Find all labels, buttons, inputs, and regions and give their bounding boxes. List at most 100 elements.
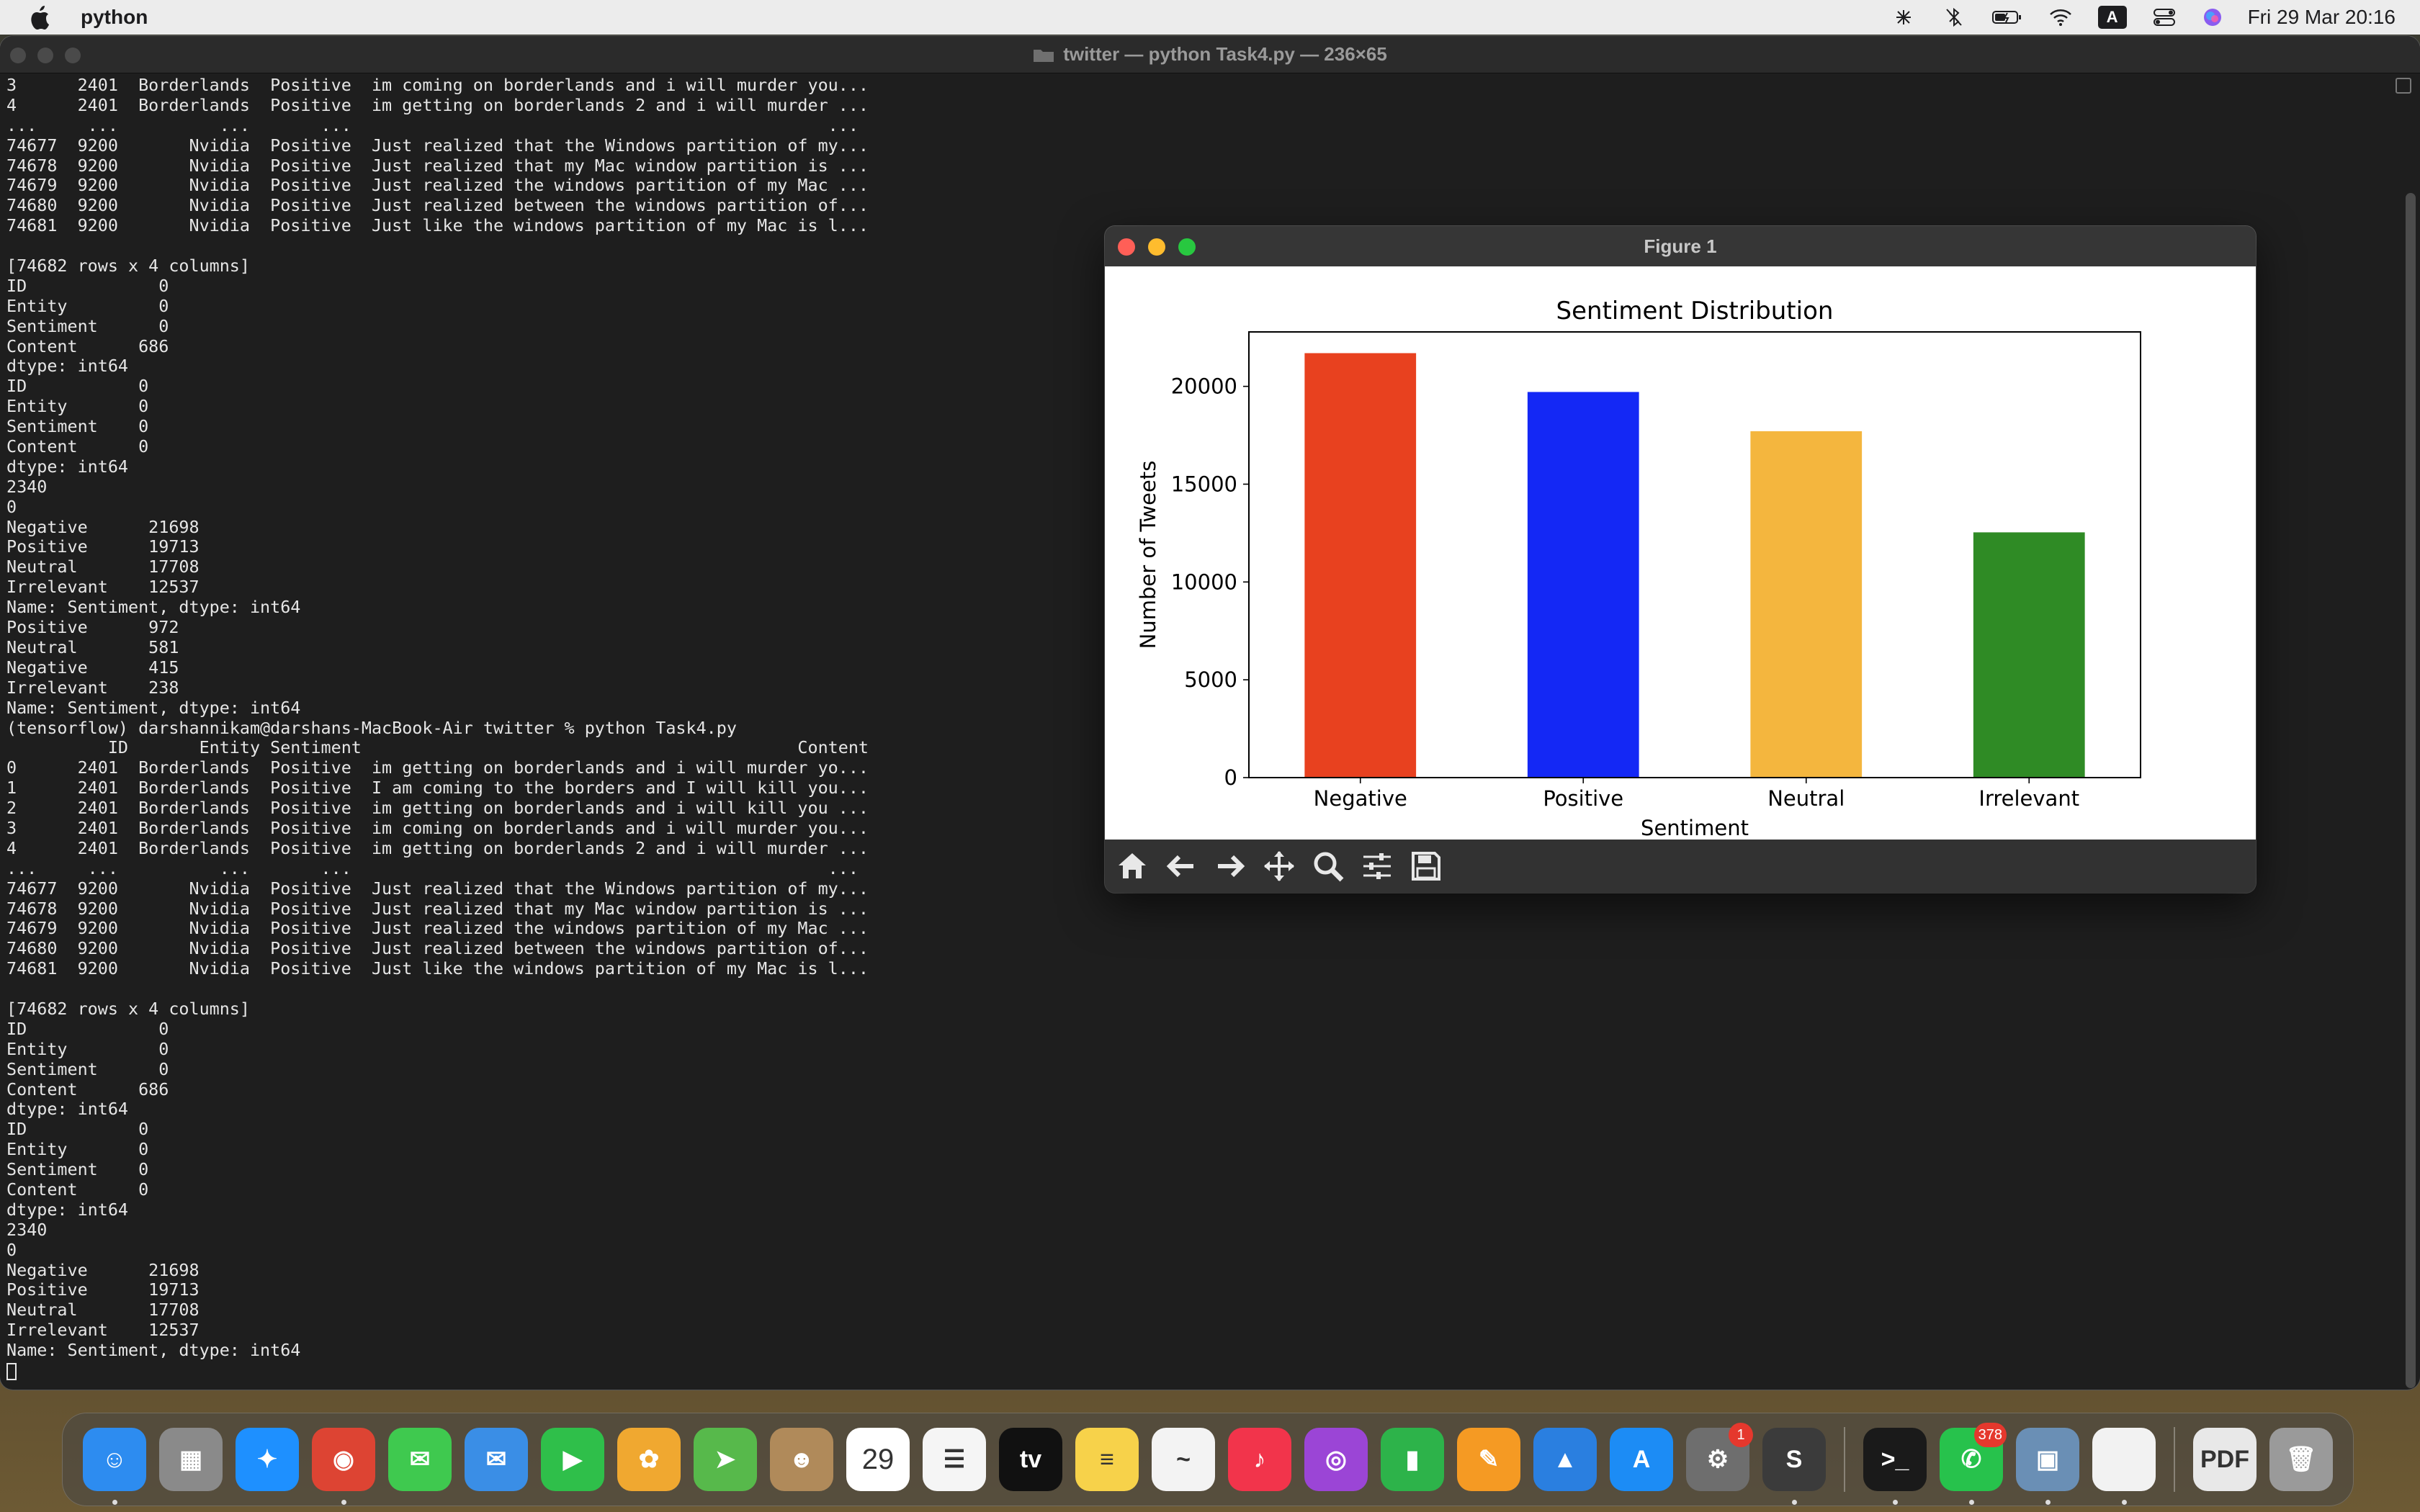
chart-title: Sentiment Distribution [1556, 297, 1834, 325]
dock-preview[interactable]: ▣ [2009, 1421, 2086, 1505]
terminal-line: 74679 9200 Nvidia Positive Just realized… [6, 919, 869, 939]
running-indicator [112, 1500, 117, 1505]
figure-titlebar[interactable]: Figure 1 [1105, 226, 2256, 266]
forward-arrow-icon [1218, 855, 1245, 878]
running-indicator [2045, 1500, 2051, 1505]
running-indicator [1792, 1500, 1797, 1505]
finder-icon: ☺ [83, 1428, 146, 1491]
dock-notes[interactable]: ≡ [1069, 1421, 1145, 1498]
dock-whatsapp[interactable]: ✆ 378 [1933, 1421, 2009, 1505]
minimize-window-button[interactable] [37, 48, 53, 63]
dock-pages[interactable]: ✎ [1451, 1421, 1527, 1498]
dock-sublime-text[interactable]: S [1756, 1421, 1832, 1505]
pan-button[interactable] [1255, 842, 1304, 891]
wifi-icon[interactable] [2048, 6, 2074, 28]
app-store-icon: A [1610, 1428, 1673, 1491]
dock-terminal[interactable]: >_ [1857, 1421, 1933, 1505]
input-source-badge[interactable]: A [2097, 6, 2127, 29]
dock-finder[interactable]: ☺ [76, 1421, 153, 1505]
dock-calendar[interactable]: 29 [840, 1421, 916, 1498]
dock-document[interactable] [2086, 1421, 2162, 1505]
x-tick-label: Positive [1543, 786, 1623, 811]
dock-facetime[interactable]: ▶ [534, 1421, 611, 1498]
dock-music[interactable]: ♪ [1222, 1421, 1298, 1498]
back-button[interactable] [1157, 842, 1206, 891]
close-window-button[interactable] [10, 48, 26, 63]
facetime-icon: ▶ [541, 1428, 604, 1491]
messages-icon: ✉ [388, 1428, 452, 1491]
terminal-line: 74681 9200 Nvidia Positive Just like the… [6, 959, 869, 979]
dock-messages[interactable]: ✉ [382, 1421, 458, 1498]
accessibility-icon[interactable] [1891, 6, 1917, 28]
terminal-titlebar[interactable]: twitter — python Task4.py — 236×65 [0, 36, 2420, 73]
y-tick-label: 20000 [1171, 374, 1237, 399]
dock-app-store[interactable]: A [1603, 1421, 1680, 1498]
dock-trash[interactable]: 🗑 [2263, 1421, 2339, 1498]
zoom-button[interactable] [1304, 842, 1353, 891]
notes-icon: ≡ [1075, 1428, 1139, 1491]
sublime-text-icon: S [1762, 1428, 1826, 1491]
dock-pdf-stack[interactable]: PDF [2187, 1421, 2263, 1498]
notification-badge: 1 [1729, 1423, 1753, 1447]
bluetooth-off-icon[interactable] [1941, 6, 1967, 28]
notification-badge: 378 [1973, 1423, 2007, 1447]
dock-chrome[interactable]: ◉ [305, 1421, 382, 1505]
home-button[interactable] [1108, 842, 1157, 891]
terminal-line: dtype: int64 [6, 1200, 128, 1220]
y-tick-label: 10000 [1171, 570, 1237, 594]
dock-freeform[interactable]: ~ [1145, 1421, 1222, 1498]
terminal-line: [74682 rows x 4 columns] [6, 999, 250, 1019]
menu-bar: python A Fri 29 Mar 20:16 [0, 0, 2420, 35]
terminal-line: Irrelevant 12537 [6, 1320, 200, 1341]
zoom-window-button[interactable] [65, 48, 81, 63]
dock-separator [1844, 1427, 1845, 1492]
photos-icon: ✿ [617, 1428, 681, 1491]
dock-keynote[interactable]: ▲ [1527, 1421, 1603, 1498]
dock-system-settings[interactable]: ⚙ 1 [1680, 1421, 1756, 1498]
dock-maps[interactable]: ➤ [687, 1421, 763, 1498]
forward-button[interactable] [1206, 842, 1255, 891]
terminal-cursor [6, 1362, 17, 1380]
figure-zoom-button[interactable] [1178, 238, 1196, 256]
plot-canvas[interactable]: Negative Positive Neutral Irrelevant 0 5000 10… [1105, 266, 2256, 840]
save-figure-button[interactable] [1402, 842, 1451, 891]
siri-icon[interactable] [2202, 6, 2223, 28]
chrome-icon: ◉ [312, 1428, 375, 1491]
dock-podcasts[interactable]: ◎ [1298, 1421, 1374, 1498]
active-app-name[interactable]: python [81, 6, 148, 29]
contacts-icon: ☻ [770, 1428, 833, 1491]
pages-icon: ✎ [1457, 1428, 1520, 1491]
maps-icon: ➤ [694, 1428, 757, 1491]
x-tick-label: Irrelevant [1978, 786, 2079, 811]
dock-numbers[interactable]: ▮ [1374, 1421, 1451, 1498]
dock-photos[interactable]: ✿ [611, 1421, 687, 1498]
terminal-title: twitter — python Task4.py — 236×65 [1063, 43, 1387, 65]
terminal-line: 74679 9200 Nvidia Positive Just realized… [6, 176, 869, 196]
dock-contacts[interactable]: ☻ [763, 1421, 840, 1498]
dock-mail[interactable]: ✉ [458, 1421, 534, 1498]
y-tick-label: 15000 [1171, 472, 1237, 496]
split-pane-icon[interactable] [2396, 78, 2411, 94]
terminal-line: Content 0 [6, 1179, 149, 1200]
dock-apple-tv[interactable]: tv [992, 1421, 1069, 1498]
bar-irrelevant [1973, 532, 2085, 778]
dock-reminders[interactable]: ☰ [916, 1421, 992, 1498]
figure-title: Figure 1 [1644, 235, 1717, 257]
configure-subplots-button[interactable] [1353, 842, 1402, 891]
dock-safari[interactable]: ✦ [229, 1421, 305, 1498]
menubar-clock[interactable]: Fri 29 Mar 20:16 [2248, 6, 2396, 29]
terminal-line: Content 686 [6, 1079, 169, 1099]
figure-minimize-button[interactable] [1148, 238, 1165, 256]
terminal-line: ID 0 [6, 1120, 149, 1140]
freeform-icon: ~ [1152, 1428, 1215, 1491]
terminal-scrollbar[interactable] [2406, 193, 2416, 1388]
battery-icon[interactable] [1991, 6, 2023, 28]
figure-close-button[interactable] [1118, 238, 1135, 256]
terminal-line: ID 0 [6, 1019, 169, 1039]
apple-menu-icon[interactable] [29, 5, 50, 30]
dock-launchpad[interactable]: ▦ [153, 1421, 229, 1498]
podcasts-icon: ◎ [1304, 1428, 1368, 1491]
x-axis-label: Sentiment [1641, 816, 1749, 840]
control-center-icon[interactable] [2151, 6, 2177, 28]
